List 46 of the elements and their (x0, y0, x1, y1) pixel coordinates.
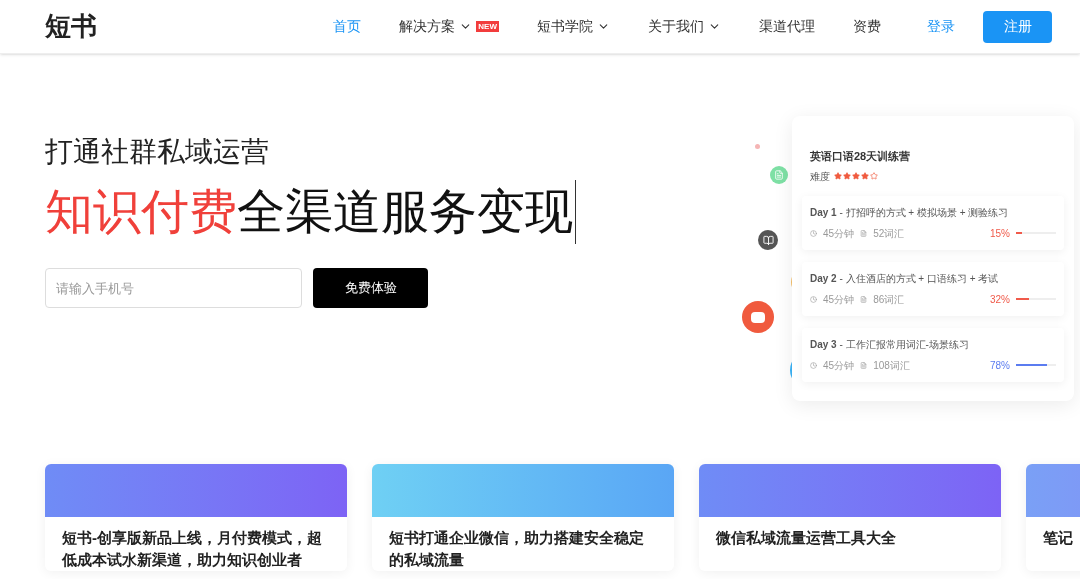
hero-headline: 知识付费全渠道服务变现 (45, 184, 573, 240)
lesson-title: Day 3 - 工作汇报常用词汇-场景练习 (810, 337, 970, 352)
phone-input-field[interactable]: 请输入手机号 (45, 268, 302, 308)
logo[interactable]: 短书 (45, 7, 97, 46)
notepad-icon (770, 166, 788, 184)
progress-percent: 15% (990, 226, 1010, 241)
lesson-card[interactable]: Day 2 - 入住酒店的方式 + 口语练习 + 考试 45分钟 86词汇 32% (802, 261, 1064, 316)
document-icon (860, 229, 868, 237)
nav-link[interactable]: 解决方案 NEW (399, 16, 499, 37)
clock-icon (810, 295, 817, 303)
lesson-title: Day 1 - 打招呼的方式 + 模拟场景 + 测验练习 (810, 205, 1010, 220)
lesson-words: 108词汇 (873, 358, 910, 373)
hero-subtitle: 打通社群私域运营 (45, 135, 270, 169)
lesson-card[interactable]: Day 3 - 工作汇报常用词汇-场景练习 45分钟 108词汇 78% (802, 327, 1064, 382)
document-icon (860, 295, 868, 303)
article-title: 微信私域流量运营工具大全 (715, 528, 897, 548)
article-card[interactable]: 笔记 (1026, 464, 1080, 571)
lesson-duration: 45分钟 (823, 226, 855, 241)
nav-link[interactable]: 短书学院 (537, 16, 610, 37)
lesson-duration: 45分钟 (823, 358, 855, 373)
article-title: 短书-创享版新品上线，月付费模式，超低成本试水新渠道，助力知识创业者 (60, 528, 323, 570)
article-title: 短书打通企业微信，助力搭建安全稳定的私域流量 (388, 528, 645, 570)
clock-icon (810, 361, 817, 369)
book-icon (758, 230, 778, 250)
lesson-words: 86词汇 (873, 292, 905, 307)
lesson-title: Day 2 - 入住酒店的方式 + 口语练习 + 考试 (810, 271, 1000, 286)
clock-icon (810, 229, 817, 237)
new-badge: NEW (476, 21, 499, 32)
article-card[interactable]: 短书-创享版新品上线，月付费模式，超低成本试水新渠道，助力知识创业者 (45, 464, 347, 571)
lesson-words: 52词汇 (873, 226, 905, 241)
course-title: 英语口语28天训练营 (810, 149, 912, 164)
progress-percent: 32% (990, 292, 1010, 307)
article-card[interactable]: 短书打通企业微信，助力搭建安全稳定的私域流量 (372, 464, 674, 571)
nav-link[interactable]: 渠道代理 (759, 16, 815, 37)
text-cursor-icon (575, 180, 576, 244)
difficulty-label: 难度 (810, 169, 830, 184)
nav-link[interactable]: 关于我们 (648, 16, 721, 37)
lesson-duration: 45分钟 (823, 292, 855, 307)
free-trial-button[interactable]: 免费体验 (313, 268, 428, 308)
article-title: 笔记 (1042, 528, 1074, 548)
document-icon (860, 361, 868, 369)
lesson-card[interactable]: Day 1 - 打招呼的方式 + 模拟场景 + 测验练习 45分钟 52词汇 15% (802, 195, 1064, 250)
video-icon (742, 301, 774, 333)
progress-percent: 78% (990, 358, 1010, 373)
article-card[interactable]: 微信私域流量运营工具大全 (699, 464, 1001, 571)
nav-link[interactable]: 资费 (853, 16, 881, 37)
